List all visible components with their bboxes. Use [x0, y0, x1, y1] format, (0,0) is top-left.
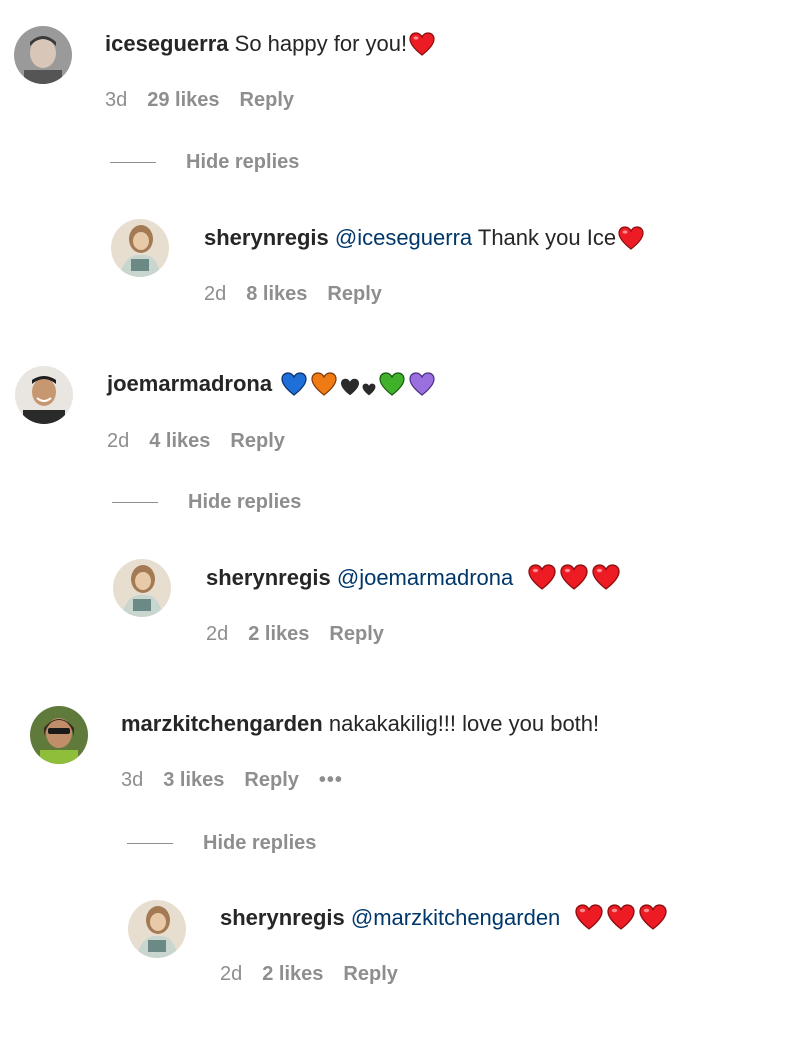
- likes-count[interactable]: 29 likes: [147, 89, 219, 111]
- red-heart-icon: [638, 904, 668, 938]
- red-heart-icon: [574, 904, 604, 938]
- mention-link[interactable]: @joemarmadrona: [337, 565, 513, 590]
- blue-heart-icon: [280, 372, 308, 404]
- hide-replies-button[interactable]: Hide replies: [110, 148, 299, 176]
- purple-heart-icon: [408, 372, 436, 404]
- timestamp: 3d: [105, 89, 128, 111]
- comment-meta: 2d 4 likes Reply: [107, 427, 305, 455]
- red-heart-icon: [606, 904, 636, 938]
- red-heart-icon: [591, 564, 621, 598]
- small-black-heart-icon: [362, 374, 376, 404]
- avatar-sherynregis[interactable]: [128, 900, 186, 958]
- divider-line: [112, 502, 158, 504]
- reply-button[interactable]: Reply: [240, 89, 294, 111]
- likes-count[interactable]: 8 likes: [246, 283, 307, 305]
- reply-button[interactable]: Reply: [329, 623, 383, 645]
- username[interactable]: marzkitchengarden: [121, 711, 323, 736]
- avatar-joemarmadrona[interactable]: [15, 366, 73, 424]
- reply-sherynregis: sherynregis @joemarmadrona: [206, 563, 621, 598]
- avatar-sherynregis[interactable]: [111, 219, 169, 277]
- reply-text: Thank you Ice: [477, 225, 617, 250]
- likes-count[interactable]: 2 likes: [262, 963, 323, 985]
- username[interactable]: sherynregis: [204, 225, 329, 250]
- red-heart-icon: [618, 226, 644, 258]
- reply-button[interactable]: Reply: [244, 769, 298, 791]
- red-heart-icon: [409, 32, 435, 64]
- timestamp: 2d: [204, 283, 227, 305]
- timestamp: 3d: [121, 769, 144, 791]
- reply-sherynregis: sherynregis @marzkitchengarden: [220, 903, 668, 938]
- username[interactable]: joemarmadrona: [107, 371, 272, 396]
- timestamp: 2d: [220, 963, 243, 985]
- comment-marzkitchengarden: marzkitchengarden nakakakilig!!! love yo…: [121, 709, 599, 739]
- timestamp: 2d: [206, 623, 229, 645]
- reply-meta: 2d 2 likes Reply: [206, 620, 404, 648]
- reply-button[interactable]: Reply: [327, 283, 381, 305]
- green-heart-icon: [378, 372, 406, 404]
- mention-link[interactable]: @iceseguerra: [335, 225, 472, 250]
- likes-count[interactable]: 4 likes: [149, 430, 210, 452]
- avatar-marzkitchengarden[interactable]: [30, 706, 88, 764]
- username[interactable]: iceseguerra: [105, 31, 229, 56]
- red-heart-icon: [527, 564, 557, 598]
- black-heart-icon: [340, 374, 360, 404]
- avatar-iceseguerra[interactable]: [14, 26, 72, 84]
- orange-heart-icon: [310, 372, 338, 404]
- likes-count[interactable]: 2 likes: [248, 623, 309, 645]
- reply-sherynregis: sherynregis @iceseguerra Thank you Ice: [204, 223, 644, 258]
- divider-line: [110, 162, 156, 164]
- reply-button[interactable]: Reply: [343, 963, 397, 985]
- comment-text: nakakakilig!!! love you both!: [328, 711, 600, 736]
- comment-text: So happy for you!: [234, 31, 408, 56]
- comment-joemarmadrona: joemarmadrona: [107, 369, 436, 404]
- red-heart-icon: [559, 564, 589, 598]
- username[interactable]: sherynregis: [220, 905, 345, 930]
- hide-replies-button[interactable]: Hide replies: [112, 488, 301, 516]
- mention-link[interactable]: @marzkitchengarden: [351, 905, 560, 930]
- reply-meta: 2d 8 likes Reply: [204, 280, 402, 308]
- reply-button[interactable]: Reply: [230, 430, 284, 452]
- timestamp: 2d: [107, 430, 130, 452]
- comment-meta: 3d 29 likes Reply: [105, 86, 314, 114]
- reply-meta: 2d 2 likes Reply: [220, 960, 418, 988]
- comment-iceseguerra: iceseguerra So happy for you!: [105, 29, 435, 64]
- comment-meta: 3d 3 likes Reply •••: [121, 766, 363, 794]
- hide-replies-button[interactable]: Hide replies: [127, 829, 316, 857]
- username[interactable]: sherynregis: [206, 565, 331, 590]
- divider-line: [127, 843, 173, 845]
- more-options-icon[interactable]: •••: [319, 769, 343, 791]
- avatar-sherynregis[interactable]: [113, 559, 171, 617]
- likes-count[interactable]: 3 likes: [163, 769, 224, 791]
